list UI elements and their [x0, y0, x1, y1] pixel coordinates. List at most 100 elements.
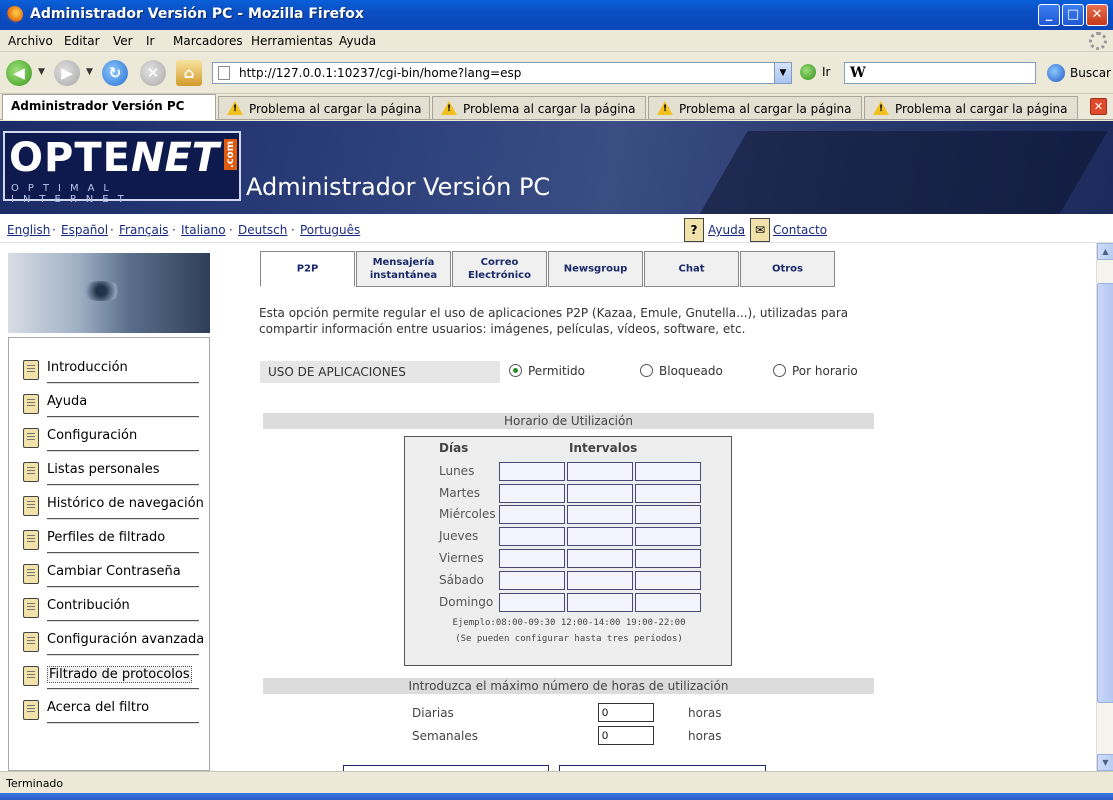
language-link-portugues[interactable]: Português [300, 223, 360, 237]
contact-link[interactable]: Contacto [773, 223, 827, 237]
interval-input[interactable] [635, 549, 701, 568]
daily-hours-input[interactable] [598, 703, 654, 722]
language-link-deutsch[interactable]: Deutsch [238, 223, 287, 237]
language-link-italiano[interactable]: Italiano [181, 223, 226, 237]
menu-ir[interactable]: Ir [146, 34, 154, 48]
back-button[interactable]: ◀ [6, 60, 32, 86]
sidebar-item-listas-personales[interactable]: Listas personales [17, 456, 207, 486]
interval-input[interactable] [635, 484, 701, 503]
menu-ayuda[interactable]: Ayuda [339, 34, 376, 48]
radio-por-horario[interactable]: Por horario [773, 364, 858, 378]
language-link-espanol[interactable]: Español [61, 223, 108, 237]
menu-marcadores[interactable]: Marcadores [173, 34, 243, 48]
radio-permitido[interactable]: Permitido [509, 364, 585, 378]
browser-tab-active[interactable]: Administrador Versión PC [2, 94, 216, 120]
language-link-english[interactable]: English [7, 223, 50, 237]
reload-icon: ↻ [108, 64, 122, 82]
radio-checked-icon[interactable] [509, 364, 522, 377]
home-button[interactable]: ⌂ [176, 60, 202, 86]
interval-input[interactable] [499, 505, 565, 524]
menu-archivo[interactable]: Archivo [8, 34, 53, 48]
logo-net: NET [131, 135, 220, 181]
interval-input[interactable] [499, 571, 565, 590]
interval-input[interactable] [499, 549, 565, 568]
weekly-hours-input[interactable] [598, 726, 654, 745]
browser-tab[interactable]: ! Problema al cargar la página [864, 96, 1078, 119]
close-tab-button[interactable]: ✕ [1090, 98, 1107, 115]
address-bar[interactable]: http://127.0.0.1:10237/cgi-bin/home?lang… [212, 62, 792, 84]
warning-icon: ! [227, 101, 243, 115]
help-link[interactable]: Ayuda [708, 223, 745, 237]
sidebar-item-configuracion[interactable]: Configuración [17, 422, 207, 452]
interval-input[interactable] [499, 527, 565, 546]
interval-input[interactable] [635, 527, 701, 546]
interval-input[interactable] [499, 462, 565, 481]
radio-bloqueado[interactable]: Bloqueado [640, 364, 723, 378]
sidebar-item-filtrado-protocolos[interactable]: Filtrado de protocolos [17, 660, 207, 690]
browser-tab[interactable]: ! Problema al cargar la página [218, 96, 430, 119]
tab-label: Problema al cargar la página [679, 102, 852, 116]
maximize-button[interactable]: □ [1062, 4, 1084, 26]
interval-input[interactable] [567, 593, 633, 612]
menu-ver[interactable]: Ver [113, 34, 133, 48]
menu-editar[interactable]: Editar [64, 34, 100, 48]
forward-button[interactable]: ▶ [54, 60, 80, 86]
go-label: Ir [822, 65, 831, 79]
url-dropdown-icon[interactable]: ▼ [774, 63, 791, 83]
minimize-button[interactable]: _ [1038, 4, 1060, 26]
tab-chat[interactable]: Chat [644, 251, 739, 287]
page-scrollbar[interactable]: ▲ ▼ [1096, 243, 1113, 771]
url-text[interactable]: http://127.0.0.1:10237/cgi-bin/home?lang… [239, 66, 521, 80]
scroll-thumb[interactable] [1097, 283, 1113, 703]
menu-herramientas[interactable]: Herramientas [251, 34, 333, 48]
browser-tab[interactable]: ! Problema al cargar la página [648, 96, 862, 119]
interval-input[interactable] [567, 549, 633, 568]
taskbar-strip [0, 793, 1113, 800]
interval-input[interactable] [567, 571, 633, 590]
help-book-icon[interactable]: ? [684, 218, 704, 242]
interval-input[interactable] [567, 527, 633, 546]
wikipedia-engine-icon[interactable]: W [850, 65, 866, 81]
interval-input[interactable] [567, 484, 633, 503]
sidebar-item-perfiles[interactable]: Perfiles de filtrado [17, 524, 207, 554]
back-history-dropdown-icon[interactable]: ▼ [38, 67, 45, 77]
stop-icon: ✕ [146, 64, 160, 82]
forward-history-dropdown-icon[interactable]: ▼ [86, 67, 93, 77]
interval-input[interactable] [635, 593, 701, 612]
interval-input[interactable] [567, 505, 633, 524]
interval-input[interactable] [499, 593, 565, 612]
contact-mail-icon[interactable]: ✉ [750, 218, 770, 242]
radio-unchecked-icon[interactable] [640, 364, 653, 377]
interval-input[interactable] [635, 505, 701, 524]
sidebar-item-historico[interactable]: Histórico de navegación [17, 490, 207, 520]
radio-unchecked-icon[interactable] [773, 364, 786, 377]
browser-tab[interactable]: ! Problema al cargar la página [432, 96, 646, 119]
tab-otros[interactable]: Otros [740, 251, 835, 287]
reload-button[interactable]: ↻ [102, 60, 128, 86]
scroll-down-icon[interactable]: ▼ [1097, 754, 1113, 771]
daily-hours-label: Diarias [412, 706, 454, 720]
sidebar-item-cambiar-contrasena[interactable]: Cambiar Contraseña [17, 558, 207, 588]
tab-correo[interactable]: Correo Electrónico [452, 251, 547, 287]
tab-p2p[interactable]: P2P [260, 251, 355, 287]
go-button[interactable]: Ir [800, 64, 830, 80]
stop-button[interactable]: ✕ [140, 60, 166, 86]
interval-input[interactable] [635, 571, 701, 590]
scroll-up-icon[interactable]: ▲ [1097, 243, 1113, 260]
sidebar-item-configuracion-avanzada[interactable]: Configuración avanzada [17, 626, 207, 656]
interval-input[interactable] [499, 484, 565, 503]
search-button[interactable]: Buscar [1047, 64, 1111, 82]
sidebar-item-introduccion[interactable]: Introducción [17, 354, 207, 384]
search-input[interactable]: W [844, 62, 1036, 84]
search-label: Buscar [1070, 66, 1111, 80]
sidebar-item-contribucion[interactable]: Contribución [17, 592, 207, 622]
tab-newsgroup[interactable]: Newsgroup [548, 251, 643, 287]
close-window-button[interactable]: ✕ [1086, 4, 1108, 26]
tab-mensajeria[interactable]: Mensajería instantánea [356, 251, 451, 287]
sidebar-item-acerca-filtro[interactable]: Acerca del filtro [17, 694, 207, 724]
site-banner: OPTE NET .com OPTIMAL INTERNET Administr… [0, 121, 1113, 214]
interval-input[interactable] [567, 462, 633, 481]
interval-input[interactable] [635, 462, 701, 481]
sidebar-item-ayuda[interactable]: Ayuda [17, 388, 207, 418]
language-link-francais[interactable]: Français [119, 223, 168, 237]
